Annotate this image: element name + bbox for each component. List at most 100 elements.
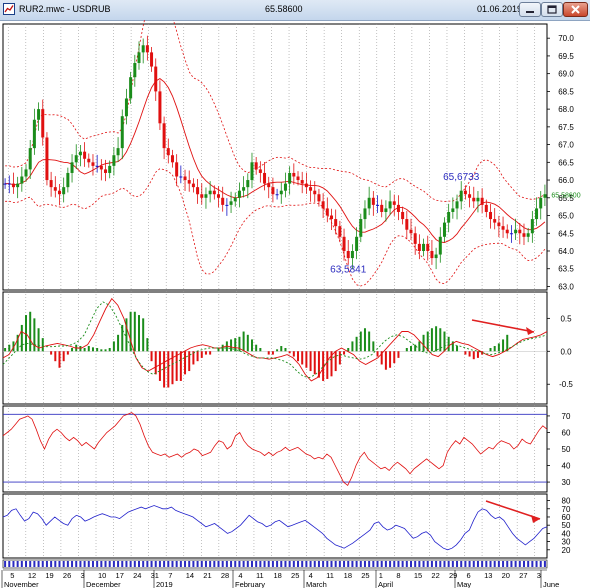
y-tick-label: 66.0 <box>558 176 574 185</box>
volume-bar <box>267 561 270 567</box>
y-tick-label: 40 <box>562 462 571 471</box>
candle-body <box>501 226 505 230</box>
minimize-button[interactable] <box>519 2 541 17</box>
volume-bar <box>100 561 103 567</box>
candle-body <box>338 226 342 237</box>
volume-bar <box>104 561 107 567</box>
candle-body <box>7 183 11 185</box>
volume-bar <box>171 561 174 567</box>
x-tick-label: 18 <box>344 571 352 580</box>
candle-body <box>124 98 128 117</box>
volume-bar <box>129 561 132 567</box>
candle-body <box>141 45 145 53</box>
candle-body <box>288 172 292 184</box>
candle-body <box>334 219 338 227</box>
volume-bar <box>527 561 530 567</box>
y-tick-label: 68.0 <box>558 105 574 114</box>
candle-body <box>489 211 493 220</box>
candle-body <box>346 250 350 259</box>
volume-bar <box>133 561 136 567</box>
volume-bar <box>451 561 454 567</box>
volume-bar <box>347 561 350 567</box>
volume-bar <box>405 561 408 567</box>
volume-bar <box>414 561 417 567</box>
volume-bar <box>322 561 325 567</box>
candle-body <box>3 183 7 185</box>
candle-body <box>87 158 91 163</box>
candle-body <box>150 52 154 67</box>
y-tick-label: 0.0 <box>560 347 572 356</box>
volume-bar <box>196 561 199 567</box>
candle-body <box>95 165 99 167</box>
candle-body <box>363 208 367 220</box>
volume-bar <box>301 561 304 567</box>
volume-bar <box>66 561 69 567</box>
candle-body <box>530 219 534 234</box>
volume-bar <box>397 561 400 567</box>
volume-bar <box>200 561 203 567</box>
candle-body <box>296 176 300 181</box>
candle-body <box>78 151 82 156</box>
volume-bar <box>309 561 312 567</box>
volume-bar <box>489 561 492 567</box>
volume-bar <box>20 561 23 567</box>
y-tick-label: 63.0 <box>558 282 574 291</box>
volume-bar <box>175 561 178 567</box>
candle-body <box>279 190 283 195</box>
volume-bar <box>4 561 7 567</box>
price-annotation: 65,6733 <box>443 172 480 183</box>
candle-body <box>108 165 112 173</box>
volume-bar <box>209 561 212 567</box>
candle-body <box>133 63 137 78</box>
volume-bar <box>535 561 538 567</box>
candle-body <box>480 197 484 205</box>
volume-bar <box>158 561 161 567</box>
candle-body <box>221 197 225 205</box>
volume-bar <box>435 561 438 567</box>
y-tick-label: 66.5 <box>558 158 574 167</box>
volume-bar <box>422 561 425 567</box>
x-tick-label: 29 <box>449 571 457 580</box>
candle-body <box>359 219 363 237</box>
volume-bar <box>380 561 383 567</box>
y-tick-label: 20 <box>562 546 571 555</box>
chart-area[interactable]: 70.069.569.068.568.067.567.066.566.065.5… <box>0 20 590 588</box>
candle-body <box>505 229 509 234</box>
volume-bar <box>464 561 467 567</box>
volume-bar <box>393 561 396 567</box>
volume-bar <box>112 561 115 567</box>
x-month-label: December <box>86 580 121 588</box>
window-title: RUR2.mwc - USDRUB <box>19 4 111 14</box>
close-icon <box>571 5 580 14</box>
volume-bar <box>363 561 366 567</box>
volume-bar <box>401 561 404 567</box>
volume-bar <box>510 561 513 567</box>
candle-body <box>158 91 162 124</box>
y-tick-label: 63.5 <box>558 265 574 274</box>
candle-body <box>91 162 95 166</box>
candle-body <box>468 194 472 198</box>
candle-body <box>535 208 539 220</box>
candle-body <box>401 211 405 220</box>
close-button[interactable] <box>563 2 588 17</box>
x-month-label: March <box>306 580 327 588</box>
title-bar[interactable]: RUR2.mwc - USDRUB 65.58600 01.06.2019 <box>0 0 590 21</box>
volume-bar <box>121 561 124 567</box>
x-tick-label: 17 <box>116 571 124 580</box>
y-tick-label: 70 <box>562 412 571 421</box>
volume-bar <box>146 561 149 567</box>
volume-bar <box>439 561 442 567</box>
candle-body <box>187 180 191 184</box>
volume-bar <box>33 561 36 567</box>
candle-body <box>70 162 74 173</box>
maximize-button[interactable] <box>541 2 563 17</box>
volume-bar <box>389 561 392 567</box>
candle-body <box>317 194 321 202</box>
candle-body <box>66 172 70 188</box>
volume-bar <box>154 561 157 567</box>
volume-bar <box>41 561 44 567</box>
volume-bar <box>25 561 28 567</box>
volume-bar <box>234 561 237 567</box>
volume-bar <box>75 561 78 567</box>
volume-bar <box>16 561 19 567</box>
